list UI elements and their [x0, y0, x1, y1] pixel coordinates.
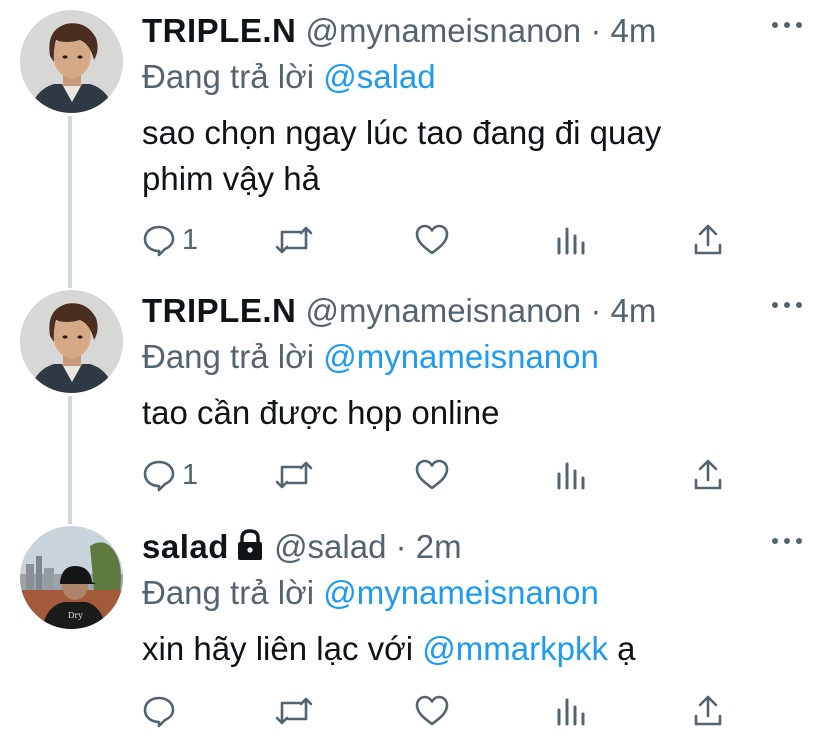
display-name[interactable]: salad	[142, 528, 229, 565]
reply-icon	[143, 460, 175, 492]
reply-button[interactable]	[142, 694, 182, 728]
share-icon	[694, 695, 722, 726]
retweet-button[interactable]	[274, 694, 314, 728]
share-icon	[694, 224, 722, 255]
tweet-text: tao cần được họp online	[142, 390, 802, 436]
tweet[interactable]: TRIPLE.N @mynameisnanon · 4m Đang trả lờ…	[0, 280, 828, 516]
replying-prefix: Đang trả lời	[142, 338, 315, 375]
reply-count: 1	[182, 223, 199, 256]
replying-to: Đang trả lời @mynameisnanon	[142, 334, 599, 380]
like-button[interactable]	[414, 694, 450, 728]
avatar[interactable]	[20, 10, 123, 113]
more-icon[interactable]	[772, 302, 802, 312]
display-name[interactable]: TRIPLE.N	[142, 12, 296, 49]
retweet-icon	[275, 461, 313, 489]
tweet-actions: 1	[142, 223, 742, 257]
lock-icon	[235, 527, 265, 573]
share-icon	[694, 459, 722, 490]
analytics-button[interactable]	[556, 223, 586, 257]
avatar-image: Dry	[20, 526, 123, 629]
separator: ·	[590, 12, 602, 49]
tweet[interactable]: TRIPLE.N @mynameisnanon · 4m Đang trả lờ…	[0, 0, 828, 280]
like-button[interactable]	[414, 223, 450, 257]
tweet-actions: 1	[142, 458, 742, 492]
avatar[interactable]	[20, 290, 123, 393]
reply-count: 1	[182, 458, 199, 491]
separator: ·	[590, 292, 602, 329]
timestamp[interactable]: 4m	[611, 12, 657, 49]
like-button[interactable]	[414, 458, 450, 492]
analytics-button[interactable]	[556, 458, 586, 492]
reply-button[interactable]: 1	[142, 223, 198, 257]
analytics-icon	[557, 698, 585, 726]
replying-prefix: Đang trả lời	[142, 574, 315, 611]
analytics-icon	[557, 227, 585, 255]
user-handle[interactable]: @mynameisnanon	[306, 12, 582, 49]
tweet-text-line: tao cần được họp online	[142, 394, 500, 431]
timestamp[interactable]: 2m	[416, 528, 462, 565]
share-button[interactable]	[692, 458, 724, 492]
tweet-header: TRIPLE.N @mynameisnanon · 4m	[142, 8, 656, 54]
analytics-icon	[557, 462, 585, 490]
tweet-text: sao chọn ngay lúc tao đang đi quay phim …	[142, 110, 802, 202]
replying-mention[interactable]: @mynameisnanon	[323, 338, 599, 375]
replying-to: Đang trả lời @salad	[142, 54, 436, 100]
tweet-text-line: phim vậy hả	[142, 160, 320, 197]
retweet-icon	[275, 697, 313, 725]
avatar-image	[20, 290, 123, 393]
tweet[interactable]: Dry salad @salad · 2m Đang trả lời @myna…	[0, 516, 828, 741]
more-icon[interactable]	[772, 22, 802, 32]
tweet-header: salad @salad · 2m	[142, 524, 462, 573]
retweet-button[interactable]	[274, 223, 314, 257]
retweet-button[interactable]	[274, 458, 314, 492]
tweet-text-segment: ạ	[607, 630, 636, 667]
like-icon	[415, 224, 449, 255]
tweet-text: xin hãy liên lạc với @mmarkpkk ạ	[142, 626, 802, 672]
user-handle[interactable]: @mynameisnanon	[306, 292, 582, 329]
replying-mention[interactable]: @mynameisnanon	[323, 574, 599, 611]
display-name[interactable]: TRIPLE.N	[142, 292, 296, 329]
tweet-header: TRIPLE.N @mynameisnanon · 4m	[142, 288, 656, 334]
timestamp[interactable]: 4m	[611, 292, 657, 329]
replying-prefix: Đang trả lời	[142, 58, 315, 95]
replying-to: Đang trả lời @mynameisnanon	[142, 570, 599, 616]
user-handle[interactable]: @salad	[274, 528, 386, 565]
like-icon	[415, 459, 449, 490]
reply-icon	[143, 225, 175, 257]
reply-button[interactable]: 1	[142, 458, 198, 492]
text-mention[interactable]: @mmarkpkk	[422, 630, 608, 667]
avatar-image	[20, 10, 123, 113]
reply-icon	[143, 696, 175, 728]
analytics-button[interactable]	[556, 694, 586, 728]
share-button[interactable]	[692, 223, 724, 257]
like-icon	[415, 695, 449, 726]
tweet-text-line: sao chọn ngay lúc tao đang đi quay	[142, 114, 662, 151]
avatar[interactable]: Dry	[20, 526, 123, 629]
tweet-text-segment: xin hãy liên lạc với	[142, 630, 423, 667]
svg-text:Dry: Dry	[68, 611, 83, 620]
replying-mention[interactable]: @salad	[323, 58, 435, 95]
share-button[interactable]	[692, 694, 724, 728]
tweet-actions	[142, 694, 742, 728]
retweet-icon	[275, 226, 313, 254]
more-icon[interactable]	[772, 538, 802, 548]
separator: ·	[395, 528, 407, 565]
